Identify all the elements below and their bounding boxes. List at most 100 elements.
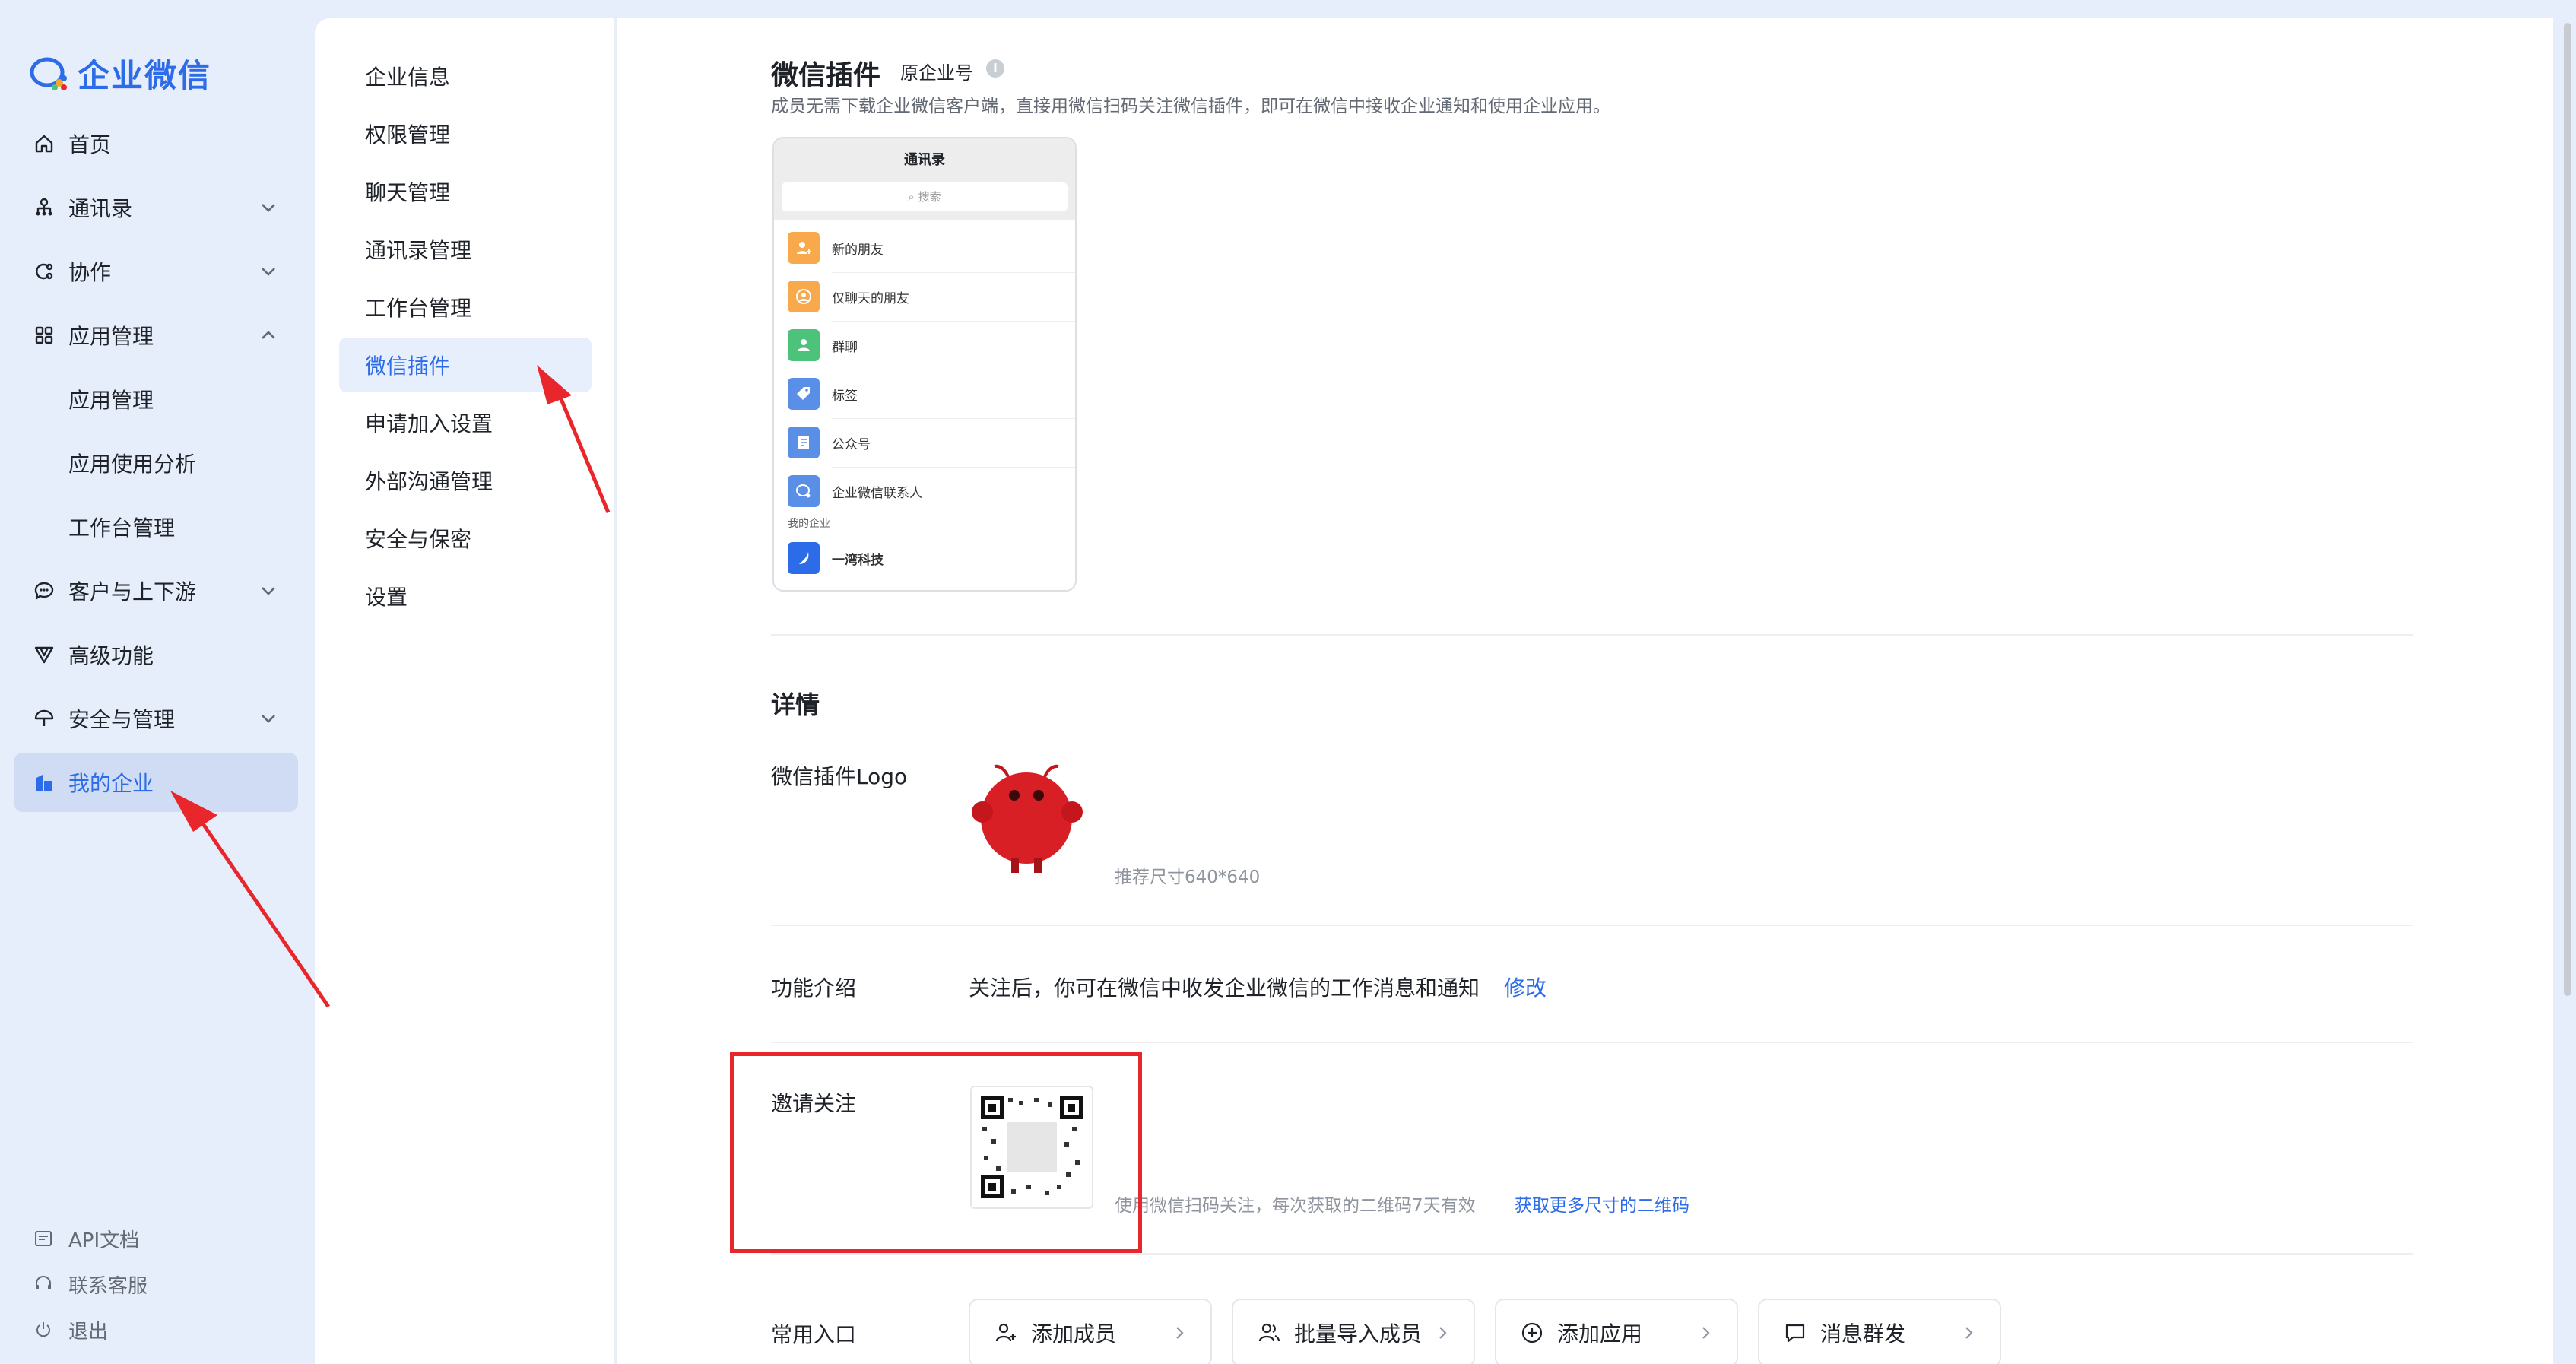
collab-icon <box>32 259 56 284</box>
subnav-label: 通讯录管理 <box>365 238 472 263</box>
nav-advanced-label: 高级功能 <box>68 643 154 668</box>
contact-support-link[interactable]: 联系客服 <box>32 1265 148 1303</box>
scrollbar[interactable] <box>2564 23 2571 996</box>
users-icon <box>1256 1320 1282 1346</box>
app-logo[interactable]: 企业微信 <box>29 50 211 97</box>
wecom-contact-icon <box>788 475 820 507</box>
phone-row-group-chat: 群聊 <box>774 321 1075 370</box>
broadcast-message-label: 消息群发 <box>1820 1321 1906 1347</box>
bulk-import-label: 批量导入成员 <box>1294 1321 1423 1347</box>
add-member-label: 添加成员 <box>1031 1321 1117 1347</box>
home-icon <box>32 132 56 156</box>
chevron-right-icon <box>1176 1327 1184 1339</box>
add-user-icon <box>993 1320 1019 1346</box>
subnav-workbench-management[interactable]: 工作台管理 <box>339 280 592 335</box>
nav-my-company-label: 我的企业 <box>68 771 154 796</box>
nav-collab[interactable]: 协作 <box>14 242 298 301</box>
nav-app-management[interactable]: 应用管理 <box>14 306 298 365</box>
api-doc-link[interactable]: API文档 <box>32 1220 139 1258</box>
subnav-label: 微信插件 <box>365 354 451 379</box>
nav-customers[interactable]: 客户与上下游 <box>14 561 298 620</box>
headset-icon <box>32 1273 55 1296</box>
edit-intro-link[interactable]: 修改 <box>1504 972 1547 1002</box>
bulk-import-button[interactable]: 批量导入成员 <box>1232 1299 1475 1364</box>
nav-security[interactable]: 安全与管理 <box>14 689 298 748</box>
divider <box>771 1253 2413 1255</box>
nav-advanced[interactable]: 高级功能 <box>14 625 298 684</box>
company-logo-icon <box>788 542 820 574</box>
phone-row-label: 公众号 <box>832 436 871 452</box>
logout-label: 退出 <box>68 1320 109 1343</box>
nav-security-label: 安全与管理 <box>68 707 176 732</box>
phone-row-label: 仅聊天的朋友 <box>832 290 909 306</box>
phone-row-company: 一湾科技 <box>774 534 1075 582</box>
subnav-security-privacy[interactable]: 安全与保密 <box>339 511 592 566</box>
search-icon: ⌕ <box>908 190 918 204</box>
plus-circle-icon <box>1519 1320 1545 1346</box>
intro-text: 关注后，你可在微信中收发企业微信的工作消息和通知 <box>969 975 1480 1001</box>
subnav-permissions[interactable]: 权限管理 <box>339 106 592 161</box>
nav-home[interactable]: 首页 <box>14 114 298 173</box>
subnav-join-settings[interactable]: 申请加入设置 <box>339 395 592 450</box>
subnav-external-communication[interactable]: 外部沟通管理 <box>339 453 592 508</box>
group-chat-icon <box>788 329 820 361</box>
chevron-up-icon <box>262 331 275 339</box>
intro-label: 功能介绍 <box>771 975 857 1001</box>
building-icon <box>32 770 56 795</box>
phone-row-label: 群聊 <box>832 339 858 355</box>
chevron-down-icon <box>262 587 275 595</box>
subnav-label: 申请加入设置 <box>365 411 493 436</box>
contact-support-label: 联系客服 <box>68 1274 148 1298</box>
v-shape-icon <box>32 642 56 667</box>
logo-label: 微信插件Logo <box>771 764 908 789</box>
phone-row-label: 企业微信联系人 <box>832 485 922 501</box>
grid-icon <box>32 323 56 347</box>
divider <box>771 1042 2413 1043</box>
phone-row-tags: 标签 <box>774 370 1075 418</box>
new-friend-icon <box>788 232 820 264</box>
nav-sub-app-management-label: 应用管理 <box>68 388 154 413</box>
subnav-wechat-plugin[interactable]: 微信插件 <box>339 338 592 392</box>
tag-icon <box>788 378 820 410</box>
subnav-label: 工作台管理 <box>365 296 472 321</box>
details-title: 详情 <box>771 690 820 719</box>
nav-app-management-label: 应用管理 <box>68 324 154 349</box>
nav-sub-app-management[interactable]: 应用管理 <box>14 370 298 429</box>
chevron-right-icon <box>1702 1327 1710 1339</box>
api-doc-label: API文档 <box>68 1229 140 1252</box>
more-qr-sizes-link[interactable]: 获取更多尺寸的二维码 <box>1515 1191 1689 1216</box>
official-account-icon <box>788 427 820 458</box>
logout-link[interactable]: 退出 <box>32 1311 108 1349</box>
subnav-label: 外部沟通管理 <box>365 469 493 494</box>
subnav-chat-management[interactable]: 聊天管理 <box>339 164 592 219</box>
entry-label: 常用入口 <box>771 1322 857 1347</box>
subnav-label: 聊天管理 <box>365 180 451 205</box>
nav-contacts[interactable]: 通讯录 <box>14 178 298 237</box>
org-chart-icon <box>32 195 56 220</box>
subnav-settings[interactable]: 设置 <box>339 569 592 623</box>
broadcast-message-button[interactable]: 消息群发 <box>1758 1299 2001 1364</box>
phone-row-chat-only: 仅聊天的朋友 <box>774 272 1075 321</box>
add-app-button[interactable]: 添加应用 <box>1495 1299 1738 1364</box>
nav-sub-workbench-management[interactable]: 工作台管理 <box>14 497 298 557</box>
subnav-contacts-management[interactable]: 通讯录管理 <box>339 222 592 277</box>
subnav-company-info[interactable]: 企业信息 <box>339 49 592 103</box>
message-icon <box>1782 1320 1808 1346</box>
phone-row-wecom-contacts: 企业微信联系人 <box>774 467 1075 515</box>
plugin-logo-image[interactable] <box>964 757 1093 876</box>
page-title-tag: 原企业号 <box>900 62 973 84</box>
phone-search-label: 搜索 <box>918 190 941 204</box>
wecom-logo-icon <box>30 57 67 90</box>
chevron-right-icon <box>1965 1327 1973 1339</box>
subnav-label: 企业信息 <box>365 65 451 90</box>
chevron-down-icon <box>262 204 275 212</box>
phone-search-bar: ⌕ 搜索 <box>782 182 1068 211</box>
info-icon[interactable]: i <box>986 59 1004 78</box>
nav-sub-app-usage-analysis[interactable]: 应用使用分析 <box>14 433 298 493</box>
add-member-button[interactable]: 添加成员 <box>969 1299 1212 1364</box>
nav-my-company[interactable]: 我的企业 <box>14 753 298 812</box>
sidebar: 企业微信 首页 通讯录 协作 应用管理 应用管理 应用使用分析 工作台管理 客户… <box>0 0 315 1364</box>
phone-row-new-friends: 新的朋友 <box>774 224 1075 272</box>
logo-size-hint: 推荐尺寸640*640 <box>1115 868 1261 887</box>
chevron-down-icon <box>262 268 275 276</box>
